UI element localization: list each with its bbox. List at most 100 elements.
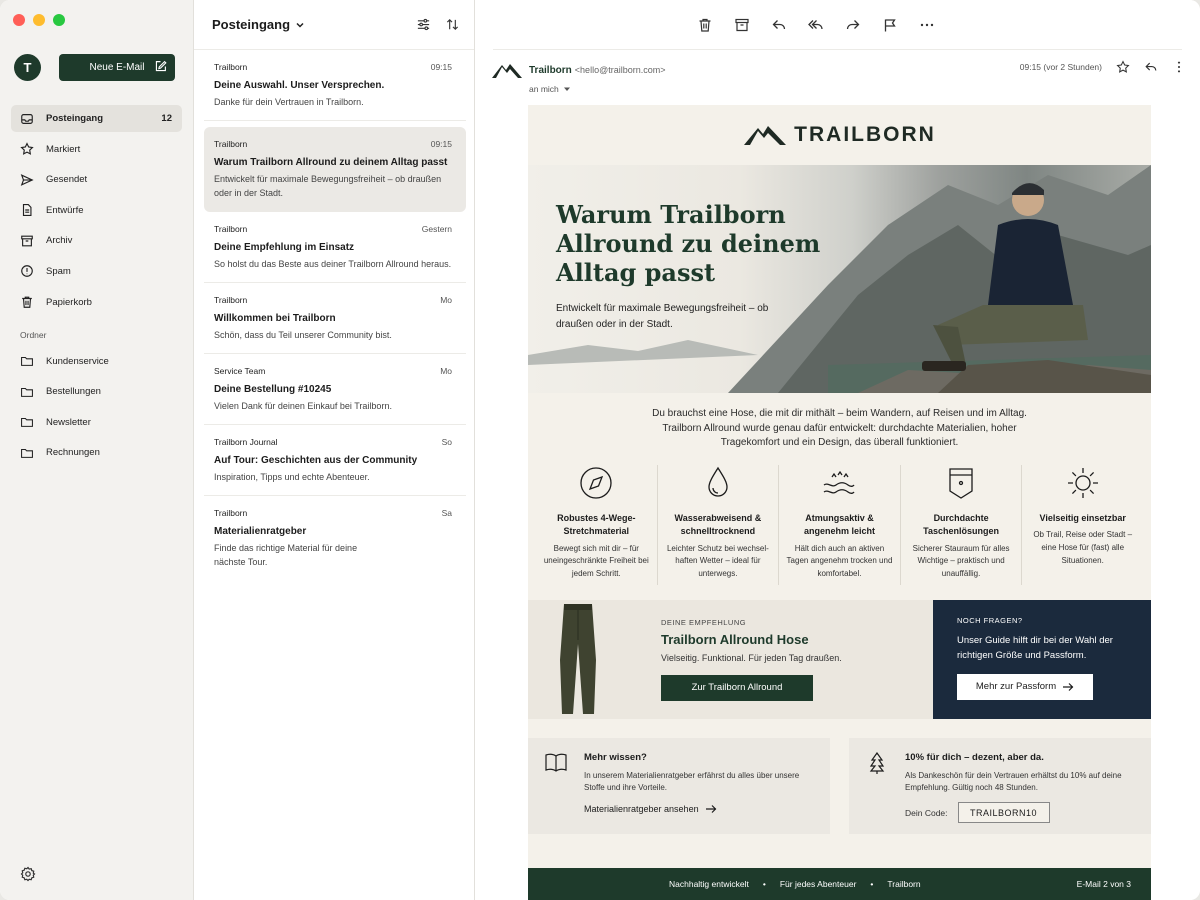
sidebar-item-archive[interactable]: Archiv (11, 227, 182, 254)
close-window-button[interactable] (13, 14, 25, 26)
sidebar-item-sent[interactable]: Gesendet (11, 166, 182, 193)
brand-name: TRAILBORN (794, 123, 936, 146)
zoom-window-button[interactable] (53, 14, 65, 26)
list-item[interactable]: Service Team Mo Deine Bestellung #10245 V… (204, 354, 466, 425)
chevron-down-icon[interactable] (295, 20, 305, 30)
gear-icon[interactable] (20, 866, 36, 882)
message-list: Posteingang Trailborn 09:15 Deine Auswahl… (194, 0, 475, 900)
trash-icon (22, 296, 32, 308)
minimize-window-button[interactable] (33, 14, 45, 26)
archive-icon[interactable] (734, 17, 750, 33)
sidebar-folder-invoices[interactable]: Rechnungen (11, 439, 182, 466)
fit-guide-button[interactable]: Mehr zur Passform (957, 673, 1093, 700)
sidebar-folder-customer-service[interactable]: Kundenservice (11, 348, 182, 375)
inbox-icon (21, 113, 33, 124)
flag-icon[interactable] (882, 17, 898, 33)
list-item[interactable]: Trailborn Mo Willkommen bei Trailborn Sch… (204, 283, 466, 354)
sender-name[interactable]: Trailborn (529, 65, 572, 76)
help-kicker: NOCH FRAGEN? (957, 615, 1023, 625)
feature-text: Bewegt sich mit dir – für uneingeschränk… (543, 543, 649, 579)
materials-guide-link[interactable]: Materialienratgeber ansehen (584, 804, 818, 814)
promo-text: Vielseitig. Funktional. Für jeden Tag dr… (661, 652, 842, 663)
account-row: T Neue E-Mail (0, 53, 193, 81)
sidebar-item-label: Rechnungen (46, 447, 100, 459)
feature-text: Leichter Schutz bei wechsel-haften Wette… (666, 543, 769, 579)
message-sender: Trailborn (214, 294, 248, 305)
book-icon (545, 753, 567, 772)
message-time: Sa (441, 507, 452, 518)
sidebar-item-label: Newsletter (46, 416, 91, 428)
compose-label: Neue E-Mail (89, 61, 145, 73)
discount-code[interactable]: TRAILBORN10 (957, 802, 1050, 824)
list-item[interactable]: Trailborn 09:15 Deine Auswahl. Unser Vers… (204, 50, 466, 121)
droplet-icon (708, 466, 728, 497)
sidebar-item-label: Gesendet (46, 174, 88, 186)
list-title[interactable]: Posteingang (212, 17, 290, 32)
sidebar-item-label: Posteingang (46, 113, 104, 124)
message-sender: Trailborn Journal (214, 436, 278, 447)
sidebar-item-starred[interactable]: Markiert (11, 136, 182, 163)
reply-all-icon[interactable] (807, 17, 824, 33)
product-promo: DEINE EMPFEHLUNG Trailborn Allround Hose… (528, 599, 1151, 719)
filter-icon[interactable] (416, 17, 431, 32)
message-preview: So holst du das Beste aus deiner Trailbo… (214, 258, 452, 269)
sidebar-folder-newsletter[interactable]: Newsletter (11, 409, 182, 436)
product-cta-button[interactable]: Zur Trailborn Allround (661, 674, 813, 701)
sidebar-item-inbox[interactable]: Posteingang 12 (11, 105, 182, 132)
hero-copy: Warum Trailborn Allround zu deinem Allta… (556, 200, 826, 333)
feature-grid: Robustes 4-Wege-Stretchmaterial Bewegt s… (528, 464, 1151, 585)
sidebar-item-trash[interactable]: Papierkorb (11, 289, 182, 316)
brand-header: TRAILBORN (528, 105, 1151, 165)
star-icon[interactable] (1116, 60, 1130, 74)
list-item-selected[interactable]: Trailborn 09:15 Warum Trailborn Allround … (204, 126, 466, 212)
feature-title: Vielseitig einsetzbar (1039, 512, 1126, 523)
message-time: Mo (440, 294, 452, 305)
sidebar-folder-orders[interactable]: Bestellungen (11, 378, 182, 405)
more-vertical-icon[interactable] (1172, 60, 1186, 74)
message-preview: Entwickelt für maximale Bewegungsfreihei… (214, 173, 442, 198)
folder-icon (21, 418, 33, 428)
feature-item: Vielseitig einsetzbar Ob Trail, Reise od… (1022, 465, 1143, 585)
footer-separator: • (762, 879, 766, 889)
avatar[interactable]: T (14, 53, 41, 81)
promo-title: Trailborn Allround Hose (661, 631, 809, 647)
list-item[interactable]: Trailborn Sa Materialienratgeber Finde da… (204, 496, 466, 580)
reply-icon[interactable] (771, 17, 787, 33)
message-time: 09:15 (430, 62, 452, 72)
trash-icon[interactable] (697, 17, 713, 33)
feature-text: Hält dich auch an aktiven Tagen angenehm… (786, 543, 893, 579)
message-preview: Vielen Dank für deinen Einkauf bei Trail… (214, 400, 392, 411)
hero-banner: Warum Trailborn Allround zu deinem Allta… (528, 165, 1151, 393)
list-item[interactable]: Trailborn Journal So Auf Tour: Geschichte… (204, 425, 466, 496)
footer-item: Nachhaltig entwickelt (669, 879, 749, 889)
recipient-toggle[interactable]: an mich (529, 84, 665, 94)
message-time: So (441, 436, 452, 447)
card-text: Als Dankeschön für dein Vertrauen erhält… (905, 770, 1122, 793)
mailbox-nav: Posteingang 12 Markiert Gesendet Entwürf… (0, 105, 193, 316)
more-icon[interactable] (919, 17, 935, 33)
draft-icon (22, 204, 32, 217)
reader-toolbar (493, 0, 1182, 50)
sidebar: T Neue E-Mail Posteingang 12 Markiert Ge… (0, 0, 194, 900)
sort-icon[interactable] (445, 17, 460, 32)
message-subject: Auf Tour: Geschichten aus der Community (214, 454, 418, 466)
message-subject: Deine Bestellung #10245 (214, 383, 332, 395)
archive-icon (21, 235, 33, 247)
feature-item: Wasserabweisend & schnelltrocknend Leich… (658, 464, 780, 585)
send-icon (20, 173, 34, 186)
mail-window: T Neue E-Mail Posteingang 12 Markiert Ge… (0, 0, 1200, 900)
sidebar-item-label: Kundenservice (46, 355, 109, 367)
sidebar-item-drafts[interactable]: Entwürfe (11, 197, 182, 224)
list-item[interactable]: Trailborn Gestern Deine Empfehlung im Ein… (204, 212, 466, 283)
unread-count-badge: 12 (161, 113, 172, 124)
sidebar-item-spam[interactable]: Spam (11, 258, 182, 285)
pocket-icon (949, 467, 973, 499)
message-preview: Schön, dass du Teil unserer Community bi… (214, 329, 392, 340)
message-subject: Willkommen bei Trailborn (214, 312, 336, 324)
footer-item: Trailborn (887, 879, 921, 889)
message-sender: Trailborn (214, 138, 248, 149)
footer-item: Für jedes Abenteuer (779, 879, 857, 889)
reply-icon[interactable] (1144, 60, 1158, 74)
forward-icon[interactable] (845, 17, 861, 33)
compose-button[interactable]: Neue E-Mail (59, 53, 175, 81)
